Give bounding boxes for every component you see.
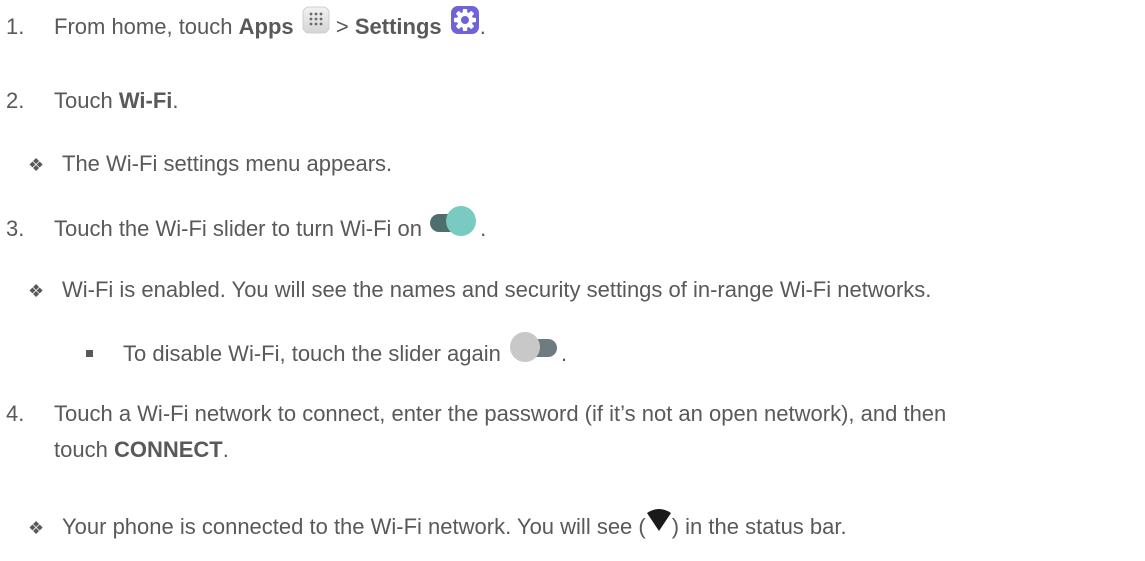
apps-label: Apps [238,14,294,39]
step-4-result-text: Your phone is connected to the Wi-Fi net… [62,514,646,539]
step-2-result-text: The Wi-Fi settings menu appears. [62,151,393,176]
step-1-separator: > [329,14,355,39]
step-1: 1. From home, touch Apps > Settings . [6,6,486,41]
step-2: 2. Touch Wi-Fi. [6,87,179,115]
step-4-period: . [222,437,229,462]
step-3: 3. Touch the Wi-Fi slider to turn Wi-Fi o… [6,206,487,241]
step-1-text: From home, touch [54,14,239,39]
diamond-bullet-icon: ❖ [28,281,45,301]
settings-label: Settings [354,14,442,39]
step-1-number: 1. [6,14,25,39]
step-3-sub-bullet: To disable Wi-Fi, touch the slider again… [86,332,568,366]
toggle-off-icon [507,329,561,365]
step-2-result: ❖ The Wi-Fi settings menu appears. [28,150,392,178]
step-4-text-2: touch [54,437,114,462]
diamond-bullet-icon: ❖ [28,518,45,538]
apps-icon [302,6,330,34]
wifi-label: Wi-Fi [118,88,173,113]
step-3-sub-text: To disable Wi-Fi, touch the slider again [123,340,501,366]
step-2-period: . [172,88,179,113]
connect-label: CONNECT [113,437,223,462]
step-4-number: 4. [6,401,25,426]
step-3-text: Touch the Wi-Fi slider to turn Wi-Fi on [54,215,422,241]
step-4-text: Touch a Wi-Fi network to connect, enter … [54,401,947,426]
step-2-text: Touch [54,88,119,113]
step-3-period: . [480,215,487,241]
step-2-number: 2. [6,88,25,113]
step-3-result-text: Wi-Fi is enabled. You will see the names… [62,277,932,302]
step-3-result: ❖ Wi-Fi is enabled. You will see the name… [28,276,931,304]
diamond-bullet-icon: ❖ [28,155,45,175]
step-1-period: . [479,14,486,39]
step-4-result: ❖ Your phone is connected to the Wi-Fi ne… [28,509,847,541]
toggle-on-icon [428,204,480,240]
step-4-result-text-2: ) in the status bar. [671,514,847,539]
settings-gear-icon [450,5,480,35]
step-4-line-1: 4. Touch a Wi-Fi network to connect, ente… [6,400,946,428]
square-bullet-icon [86,349,93,357]
step-4-line-2: touch CONNECT. [54,436,229,464]
step-3-number: 3. [6,215,25,241]
wifi-signal-icon [646,506,672,534]
step-3-sub-period: . [560,340,568,366]
